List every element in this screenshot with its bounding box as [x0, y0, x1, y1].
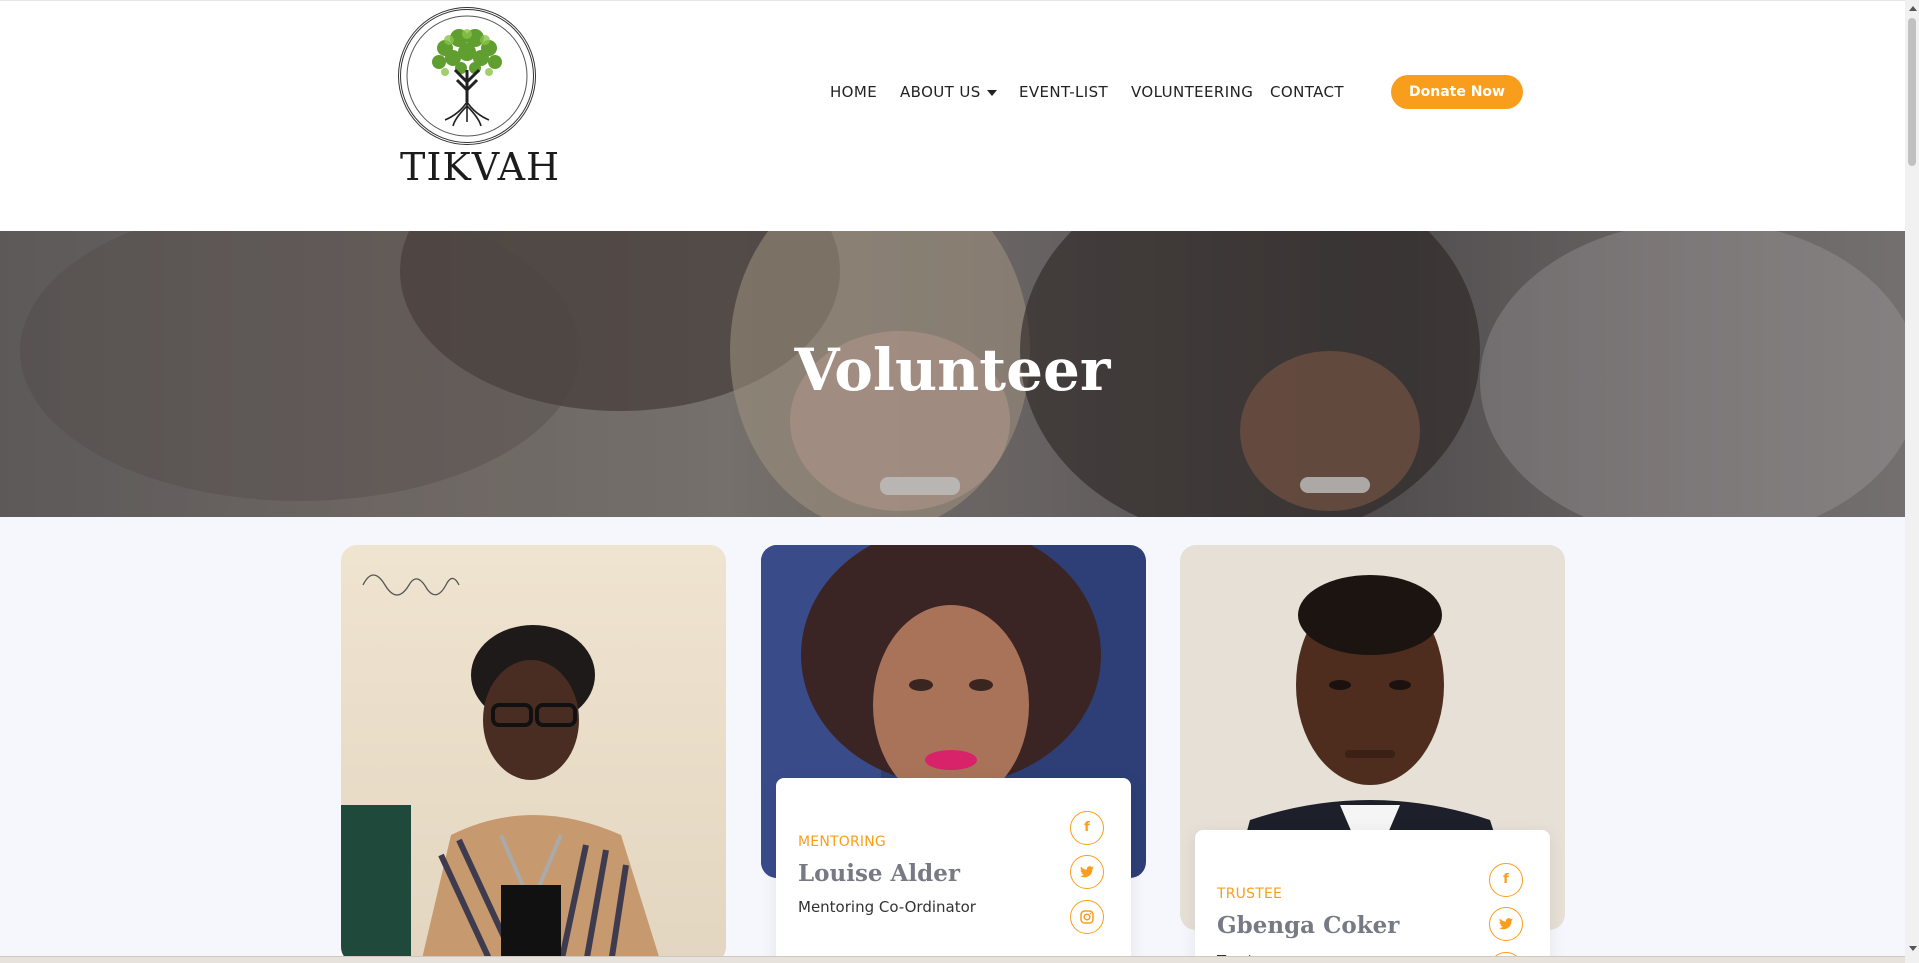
nav-home[interactable]: HOME	[830, 81, 877, 103]
team-card[interactable]: TRUSTEE Gbenga Coker Trustee f	[1180, 545, 1565, 963]
twitter-icon[interactable]	[1070, 855, 1104, 889]
logo-wordmark: TIKVAH	[400, 145, 561, 189]
team-card-info: MENTORING Louise Alder Mentoring Co-Ordi…	[776, 778, 1131, 963]
page-title: Volunteer	[794, 336, 1111, 404]
logo-emblem	[398, 7, 536, 145]
nav-contact[interactable]: CONTACT	[1270, 81, 1344, 103]
donate-button[interactable]: Donate Now	[1391, 75, 1523, 109]
scroll-up-icon[interactable]	[1909, 6, 1917, 11]
team-card[interactable]	[341, 545, 726, 963]
team-role: TRUSTEE	[1217, 886, 1283, 902]
scrollbar-thumb[interactable]	[1908, 18, 1916, 166]
team-card-info: TRUSTEE Gbenga Coker Trustee f	[1195, 830, 1550, 963]
instagram-icon[interactable]	[1070, 900, 1104, 934]
team-card[interactable]: MENTORING Louise Alder Mentoring Co-Ordi…	[761, 545, 1146, 963]
facebook-icon[interactable]: f	[1070, 811, 1104, 845]
facebook-icon[interactable]: f	[1489, 863, 1523, 897]
nav-about-us[interactable]: ABOUT US	[900, 81, 997, 103]
tree-icon	[406, 15, 528, 137]
scroll-down-icon[interactable]	[1909, 946, 1917, 951]
nav-about-us-label: ABOUT US	[900, 83, 981, 101]
team-member-photo	[341, 545, 726, 963]
team-role: MENTORING	[798, 834, 886, 850]
nav-volunteering[interactable]: VOLUNTEERING	[1131, 81, 1253, 103]
browser-bottom-edge	[0, 956, 1905, 963]
twitter-icon[interactable]	[1489, 907, 1523, 941]
chevron-down-icon	[986, 89, 997, 96]
nav-event-list[interactable]: EVENT-LIST	[1019, 81, 1108, 103]
site-logo[interactable]: TIKVAH	[398, 7, 559, 187]
team-name: Louise Alder	[798, 860, 960, 887]
team-name: Gbenga Coker	[1217, 912, 1400, 939]
hero-banner: Volunteer	[0, 231, 1905, 517]
site-header: TIKVAH HOME ABOUT US EVENT-LIST VOLUNTEE…	[0, 0, 1905, 231]
team-title: Mentoring Co-Ordinator	[798, 898, 976, 916]
